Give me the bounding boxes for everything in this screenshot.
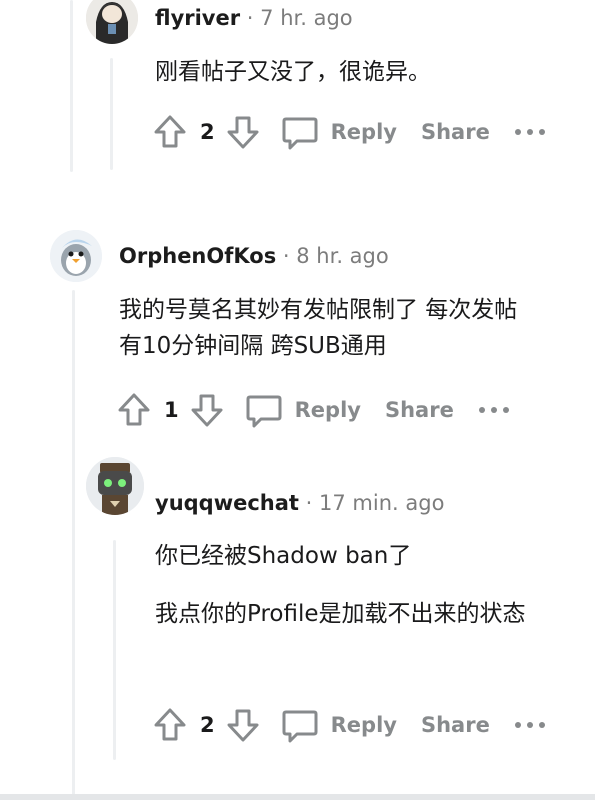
reply-button[interactable]: Reply [295, 398, 361, 422]
thread-line [72, 290, 75, 800]
comment-meta: yuqqwechat · 17 min. ago [155, 491, 444, 515]
speech-bubble-icon[interactable] [245, 390, 283, 430]
comment-actions: 1 Reply Share [116, 390, 510, 430]
share-button[interactable]: Share [421, 120, 490, 144]
vote-count: 2 [200, 120, 215, 144]
timestamp: 17 min. ago [319, 491, 445, 515]
avatar[interactable] [86, 457, 144, 515]
more-dots-icon[interactable] [514, 705, 546, 745]
avatar[interactable] [50, 230, 102, 282]
arrow-up-icon[interactable] [116, 390, 152, 430]
comment-body: 你已经被Shadow ban了 我点你的Profile是加载不出来的状态 [155, 538, 565, 632]
username[interactable]: flyriver [155, 6, 240, 30]
comment-body: 我的号莫名其妙有发帖限制了 每次发帖有10分钟间隔 跨SUB通用 [119, 292, 535, 364]
separator-dot: · [246, 6, 254, 30]
more-dots-icon[interactable] [514, 112, 546, 152]
timestamp: 7 hr. ago [260, 6, 353, 30]
thread-line [70, 0, 73, 172]
vote-count: 1 [164, 398, 179, 422]
reply-button[interactable]: Reply [331, 713, 397, 737]
comment-paragraph: 我点你的Profile是加载不出来的状态 [155, 601, 526, 627]
separator-dot: · [282, 244, 290, 268]
speech-bubble-icon[interactable] [281, 705, 319, 745]
arrow-up-icon[interactable] [152, 705, 188, 745]
reply-button[interactable]: Reply [331, 120, 397, 144]
avatar[interactable] [86, 0, 138, 44]
separator-dot: · [305, 491, 313, 515]
bottom-divider [0, 794, 595, 800]
username[interactable]: yuqqwechat [155, 491, 299, 515]
speech-bubble-icon[interactable] [281, 112, 319, 152]
arrow-down-icon[interactable] [225, 705, 261, 745]
share-button[interactable]: Share [421, 713, 490, 737]
comment-meta: flyriver · 7 hr. ago [155, 6, 353, 30]
comment-paragraph: 刚看帖子又没了，很诡异。 [155, 59, 431, 85]
arrow-up-icon[interactable] [152, 112, 188, 152]
comment-body: 刚看帖子又没了，很诡异。 [155, 54, 555, 90]
thread-line [113, 540, 116, 760]
share-button[interactable]: Share [385, 398, 454, 422]
comment-actions: 2 Reply Share [152, 705, 546, 745]
timestamp: 8 hr. ago [296, 244, 389, 268]
comment-actions: 2 Reply Share [152, 112, 546, 152]
arrow-down-icon[interactable] [225, 112, 261, 152]
comment-paragraph: 我的号莫名其妙有发帖限制了 每次发帖有10分钟间隔 跨SUB通用 [119, 297, 518, 359]
comment-paragraph: 你已经被Shadow ban了 [155, 543, 412, 569]
username[interactable]: OrphenOfKos [119, 244, 276, 268]
vote-count: 2 [200, 713, 215, 737]
comment-meta: OrphenOfKos · 8 hr. ago [119, 244, 389, 268]
thread-line [110, 58, 113, 170]
arrow-down-icon[interactable] [189, 390, 225, 430]
more-dots-icon[interactable] [478, 390, 510, 430]
